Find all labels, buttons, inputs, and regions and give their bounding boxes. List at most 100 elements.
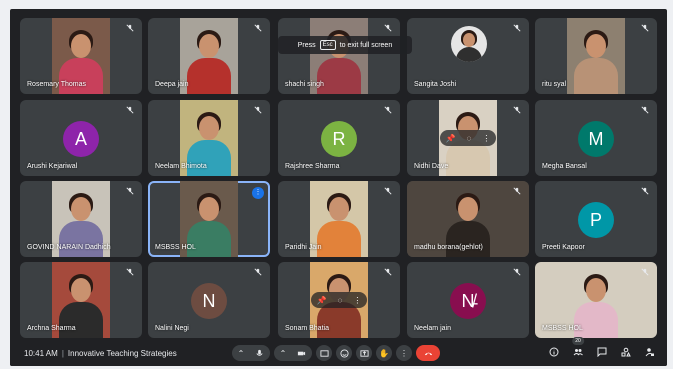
emoji-icon xyxy=(339,348,349,358)
people-button[interactable]: 20 xyxy=(571,337,585,359)
muted-mic-icon xyxy=(384,187,392,195)
activities-button[interactable] xyxy=(619,345,633,359)
chat-icon xyxy=(597,347,607,357)
muted-mic-icon xyxy=(126,24,134,32)
mute-action-icon[interactable]: ◌ xyxy=(338,296,343,305)
participant-video xyxy=(451,26,487,62)
muted-mic-icon xyxy=(384,106,392,114)
activities-icon xyxy=(621,347,631,357)
toast-prefix: Press xyxy=(297,41,316,49)
participant-name: Sonam Bhatia xyxy=(285,325,329,332)
participant-avatar: N xyxy=(191,283,227,319)
muted-mic-icon xyxy=(126,187,134,195)
muted-mic-icon xyxy=(254,24,262,32)
time-separator: | xyxy=(61,348,64,358)
participant-name: Megha Bansal xyxy=(542,163,587,170)
more-options-button[interactable]: ⋮ xyxy=(396,345,412,361)
tile-hover-controls: 📌 ◌ ⋮ xyxy=(311,292,367,308)
camera-button[interactable]: ⌃ xyxy=(274,345,312,361)
captions-icon xyxy=(319,349,329,357)
muted-mic-icon xyxy=(641,24,649,32)
toast-suffix: to exit full screen xyxy=(339,41,393,49)
chevron-up-icon[interactable]: ⌃ xyxy=(280,349,287,358)
participant-name: Nalini Negi xyxy=(155,325,189,332)
muted-mic-icon xyxy=(126,106,134,114)
participant-tile[interactable]: Deepa jain xyxy=(148,18,270,94)
muted-mic-icon xyxy=(384,268,392,276)
more-vert-icon[interactable]: ⋮ xyxy=(353,296,361,305)
participant-count-badge: 20 xyxy=(572,337,584,345)
muted-mic-icon xyxy=(513,24,521,32)
participant-tile[interactable]: madhu borana(gehlot) xyxy=(407,181,529,257)
participant-tile[interactable]: P Preeti Kapoor xyxy=(535,181,657,257)
participant-name: MSBSS HOL xyxy=(155,244,196,251)
side-panel-controls: 20 xyxy=(547,337,657,359)
participant-name: Paridhi Jain xyxy=(285,244,322,251)
muted-mic-icon xyxy=(513,268,521,276)
participant-name: Sangita Joshi xyxy=(414,81,457,88)
participant-tile[interactable]: GOVIND NARAIN Dadhich xyxy=(20,181,142,257)
participant-tile[interactable]: Paridhi Jain xyxy=(278,181,400,257)
participant-name: ritu syal xyxy=(542,81,567,88)
pin-icon[interactable]: 📌 xyxy=(317,296,327,305)
more-vert-icon[interactable]: ⋮ xyxy=(482,134,490,143)
participant-tile[interactable]: Neelam Bhimota xyxy=(148,100,270,176)
captions-button[interactable] xyxy=(316,345,332,361)
hang-up-icon xyxy=(424,352,432,355)
camera-icon xyxy=(298,351,306,355)
participant-name: Neelam jain xyxy=(414,325,451,332)
participant-name: Rajshree Sharma xyxy=(285,163,340,170)
participant-tile[interactable]: ritu syal xyxy=(535,18,657,94)
host-controls-button[interactable] xyxy=(643,345,657,359)
participant-avatar: A xyxy=(63,121,99,157)
participant-avatar: R xyxy=(321,121,357,157)
esc-key-hint: Esc xyxy=(319,40,336,50)
participant-video xyxy=(180,18,238,94)
participant-video xyxy=(567,18,625,94)
participant-name: GOVIND NARAIN Dadhich xyxy=(27,244,111,251)
microphone-button[interactable]: ⌃ xyxy=(232,345,270,361)
participant-name: Neelam Bhimota xyxy=(155,163,207,170)
leave-call-button[interactable] xyxy=(416,345,440,361)
participant-tile[interactable]: N Nalini Negi xyxy=(148,262,270,338)
participant-tile[interactable]: N̵̸ Neelam jain xyxy=(407,262,529,338)
participant-tile[interactable]: M Megha Bansal xyxy=(535,100,657,176)
participant-tile[interactable]: ⋮ MSBSS HOL xyxy=(148,181,270,257)
participant-tile[interactable]: Archna Sharma xyxy=(20,262,142,338)
muted-mic-icon xyxy=(513,187,521,195)
participant-name: Deepa jain xyxy=(155,81,189,88)
muted-mic-icon xyxy=(641,106,649,114)
chat-button[interactable] xyxy=(595,345,609,359)
meeting-details-button[interactable] xyxy=(547,345,561,359)
muted-mic-icon xyxy=(384,24,392,32)
meeting-title: Innovative Teaching Strategies xyxy=(67,348,177,358)
fullscreen-toast: Press Esc to exit full screen xyxy=(278,36,412,54)
microphone-icon xyxy=(256,349,263,356)
participant-name: Preeti Kapoor xyxy=(542,244,585,251)
tile-hover-controls: 📌 ◌ ⋮ xyxy=(440,130,496,146)
present-icon xyxy=(359,349,369,357)
mute-action-icon[interactable]: ◌ xyxy=(467,134,472,143)
meeting-time: 10:41 AM xyxy=(24,348,58,358)
participant-tile[interactable]: Rosemary Thomas xyxy=(20,18,142,94)
participant-tile[interactable]: A Arushi Kejariwal xyxy=(20,100,142,176)
participant-tile[interactable]: MSBSS HOL xyxy=(535,262,657,338)
pin-icon[interactable]: 📌 xyxy=(446,134,456,143)
muted-mic-icon xyxy=(126,268,134,276)
muted-mic-icon xyxy=(254,106,262,114)
participant-name: Nidhi Dave xyxy=(414,163,449,170)
bottom-control-bar: 10:41 AM | Innovative Teaching Strategie… xyxy=(10,337,667,366)
emoji-button[interactable] xyxy=(336,345,352,361)
participant-name: madhu borana(gehlot) xyxy=(414,244,483,251)
raise-hand-button[interactable]: ✋ xyxy=(376,345,392,361)
muted-mic-icon xyxy=(641,268,649,276)
present-button[interactable] xyxy=(356,345,372,361)
participant-tile[interactable]: Sangita Joshi xyxy=(407,18,529,94)
participant-avatar: P xyxy=(578,202,614,238)
participant-tile[interactable]: R Rajshree Sharma xyxy=(278,100,400,176)
muted-mic-icon xyxy=(641,187,649,195)
call-controls: ⌃ ⌃ ✋ ⋮ xyxy=(232,345,440,361)
chevron-up-icon[interactable]: ⌃ xyxy=(238,349,245,358)
participant-tile[interactable]: shachi singh xyxy=(278,18,400,94)
participant-avatar: N̵̸ xyxy=(450,283,486,319)
